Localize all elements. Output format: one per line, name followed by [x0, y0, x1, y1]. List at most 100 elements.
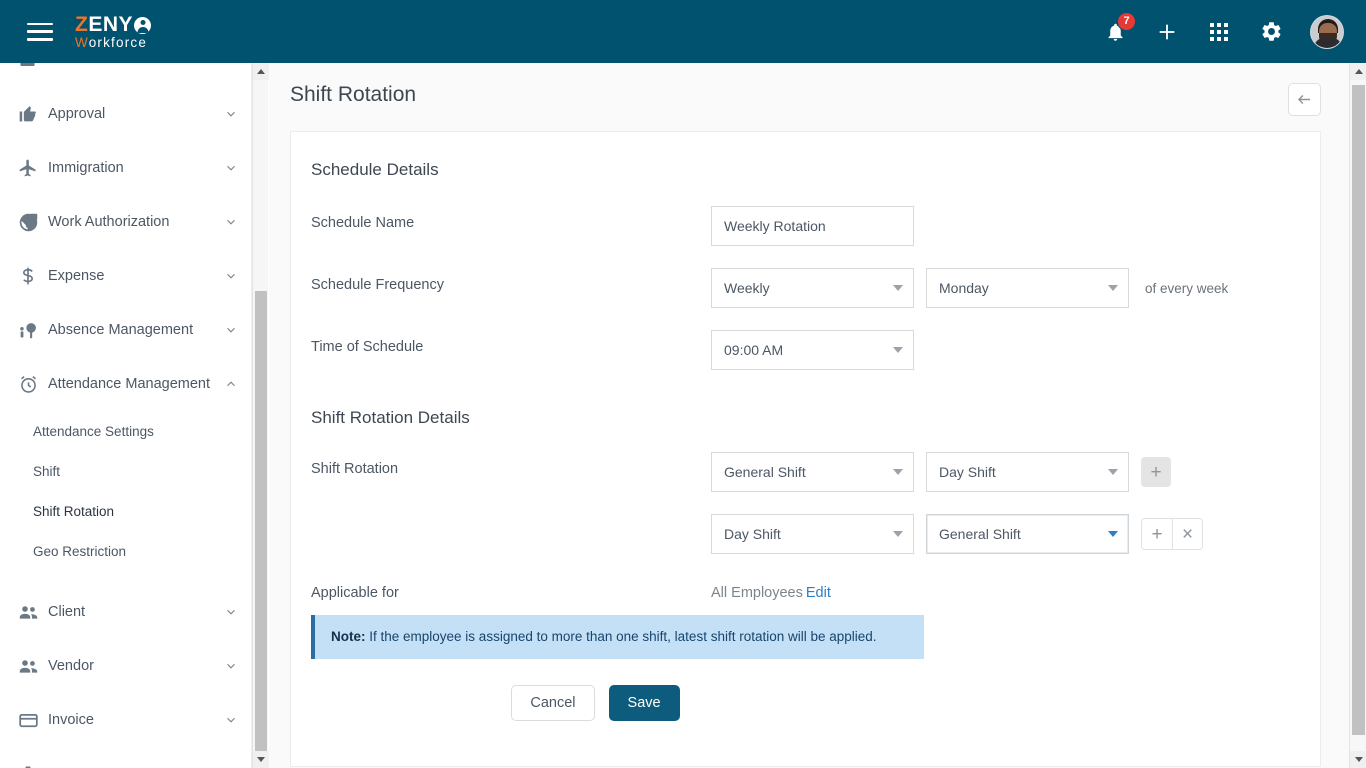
- sidebar-subitem-shift[interactable]: Shift: [0, 451, 251, 491]
- card-icon: [18, 710, 48, 731]
- brand-subtitle-rest: orkforce: [88, 34, 148, 50]
- tree-person-icon: [18, 320, 48, 341]
- settings-button[interactable]: [1258, 19, 1284, 45]
- time-select[interactable]: 09:00 AM: [711, 330, 914, 370]
- day-select-value: Monday: [939, 280, 989, 296]
- sidebar-item-client[interactable]: Client: [0, 585, 251, 639]
- sidebar-item-vendor[interactable]: Vendor: [0, 639, 251, 693]
- page-scrollbar[interactable]: [1349, 63, 1366, 768]
- top-app-bar: Z ENY Workforce 7: [0, 0, 1366, 63]
- sidebar-subitem-shift-rotation[interactable]: Shift Rotation: [0, 491, 251, 531]
- chevron-down-icon: [893, 531, 903, 537]
- globe-lock-icon: [18, 212, 48, 233]
- add-button[interactable]: [1154, 19, 1180, 45]
- schedule-frequency-row: Schedule Frequency Weekly Monday of ever…: [291, 268, 1320, 308]
- rotation-2-from-select[interactable]: Day Shift: [711, 514, 914, 554]
- chevron-down-icon[interactable]: [224, 659, 238, 673]
- chevron-down-icon[interactable]: [224, 269, 238, 283]
- notification-count-badge: 7: [1117, 11, 1136, 31]
- plus-icon: [1159, 24, 1175, 39]
- sidebar-item-absence-management[interactable]: Absence Management: [0, 303, 251, 357]
- sidebar-item-label: Expense: [48, 268, 105, 284]
- brand-subtitle: Workforce: [75, 36, 151, 50]
- chevron-down-icon: [893, 347, 903, 353]
- sidebar-item-attendance-management[interactable]: Attendance Management: [0, 357, 251, 411]
- schedule-name-label: Schedule Name: [311, 215, 415, 231]
- rotation-1-to-select[interactable]: Day Shift: [926, 452, 1129, 492]
- sidebar-scroll-up-button[interactable]: [253, 63, 269, 80]
- chevron-down-icon[interactable]: [224, 713, 238, 727]
- chevron-down-icon: [893, 469, 903, 475]
- cancel-button[interactable]: Cancel: [511, 684, 595, 721]
- frequency-select[interactable]: Weekly: [711, 268, 914, 308]
- page-scroll-down-button[interactable]: [1350, 751, 1366, 768]
- page-scroll-thumb[interactable]: [1352, 85, 1365, 735]
- sidebar-item-expense[interactable]: Expense: [0, 249, 251, 303]
- rotation-1-from-value: General Shift: [724, 464, 806, 480]
- sidebar-item-label: Absence Management: [48, 322, 194, 338]
- shift-rotation-row-2: Day Shift General Shift + ×: [291, 514, 1320, 554]
- shift-rotation-row-1: Shift Rotation General Shift Day Shift +: [291, 452, 1320, 492]
- sidebar-item-work-authorization[interactable]: Work Authorization: [0, 195, 251, 249]
- sidebar-subitem-attendance-settings[interactable]: Attendance Settings: [0, 411, 251, 451]
- rotation-1-to-value: Day Shift: [939, 464, 996, 480]
- back-button[interactable]: [1288, 83, 1321, 116]
- applicable-for-edit-link[interactable]: Edit: [806, 585, 831, 601]
- schedule-details-heading: Schedule Details: [311, 160, 439, 179]
- chevron-up-icon[interactable]: [224, 377, 238, 391]
- rotation-2-add-button[interactable]: +: [1142, 519, 1172, 549]
- sidebar-scrollbar[interactable]: [252, 63, 269, 768]
- rotation-1-add-button[interactable]: +: [1141, 457, 1171, 487]
- sidebar-navigation: Approval Immigration Work Authorization: [0, 63, 252, 768]
- brand-name-first-letter: Z: [75, 12, 89, 36]
- sidebar-scroll-thumb[interactable]: [255, 291, 267, 751]
- back-arrow-icon: [1297, 95, 1311, 104]
- hamburger-menu-icon[interactable]: [27, 22, 53, 41]
- brand-subtitle-first-letter: W: [75, 34, 89, 50]
- rotation-1-from-select[interactable]: General Shift: [711, 452, 914, 492]
- partial-bottom-icon: [18, 764, 48, 768]
- sidebar-item-approval[interactable]: Approval: [0, 87, 251, 141]
- sidebar-item-partial-bottom[interactable]: [0, 747, 251, 768]
- note-text: If the employee is assigned to more than…: [365, 629, 877, 644]
- sidebar-subitem-label: Attendance Settings: [33, 423, 154, 439]
- gear-icon: [1261, 22, 1280, 41]
- user-avatar[interactable]: [1310, 14, 1344, 49]
- schedule-name-input[interactable]: [711, 206, 914, 246]
- rotation-2-to-select[interactable]: General Shift: [926, 514, 1129, 554]
- day-select[interactable]: Monday: [926, 268, 1129, 308]
- chevron-down-icon: [893, 285, 903, 291]
- sidebar-item-label: Attendance Management: [48, 376, 211, 392]
- chevron-down-icon[interactable]: [224, 161, 238, 175]
- chevron-down-icon[interactable]: [224, 107, 238, 121]
- people-icon: [18, 656, 48, 677]
- note-banner: Note: If the employee is assigned to mor…: [311, 615, 924, 659]
- sidebar-item-label: Immigration: [48, 160, 124, 176]
- applicable-for-label: Applicable for: [311, 585, 399, 601]
- sidebar-item-label: Approval: [48, 106, 106, 122]
- sidebar-item-invoice[interactable]: Invoice: [0, 693, 251, 747]
- save-button[interactable]: Save: [608, 684, 680, 721]
- apps-grid-button[interactable]: [1206, 19, 1232, 45]
- chevron-down-icon[interactable]: [224, 605, 238, 619]
- notifications-button[interactable]: 7: [1102, 11, 1136, 45]
- sidebar-subitem-label: Shift Rotation: [33, 503, 115, 519]
- brand-logo[interactable]: Z ENY Workforce: [75, 12, 152, 50]
- shift-rotation-details-heading: Shift Rotation Details: [311, 408, 470, 427]
- rotation-2-remove-button[interactable]: ×: [1172, 519, 1202, 549]
- applicable-for-value: All Employees: [711, 585, 803, 601]
- time-select-value: 09:00 AM: [724, 342, 784, 358]
- sidebar-item-immigration[interactable]: Immigration: [0, 141, 251, 195]
- sidebar-item-label: Invoice: [48, 712, 94, 728]
- partial-icon: [18, 63, 48, 70]
- chevron-down-icon[interactable]: [224, 215, 238, 229]
- sidebar-item-label: Work Authorization: [48, 214, 170, 230]
- sidebar-item-partial-top[interactable]: [0, 63, 251, 87]
- applicable-for-row: Applicable for All Employees Edit: [291, 576, 1320, 601]
- frequency-select-value: Weekly: [724, 280, 770, 296]
- chevron-down-icon[interactable]: [224, 323, 238, 337]
- brand-name-rest: ENY: [88, 12, 134, 36]
- sidebar-subitem-geo-restriction[interactable]: Geo Restriction: [0, 531, 251, 571]
- page-scroll-up-button[interactable]: [1350, 63, 1366, 80]
- sidebar-scroll-down-button[interactable]: [253, 751, 269, 768]
